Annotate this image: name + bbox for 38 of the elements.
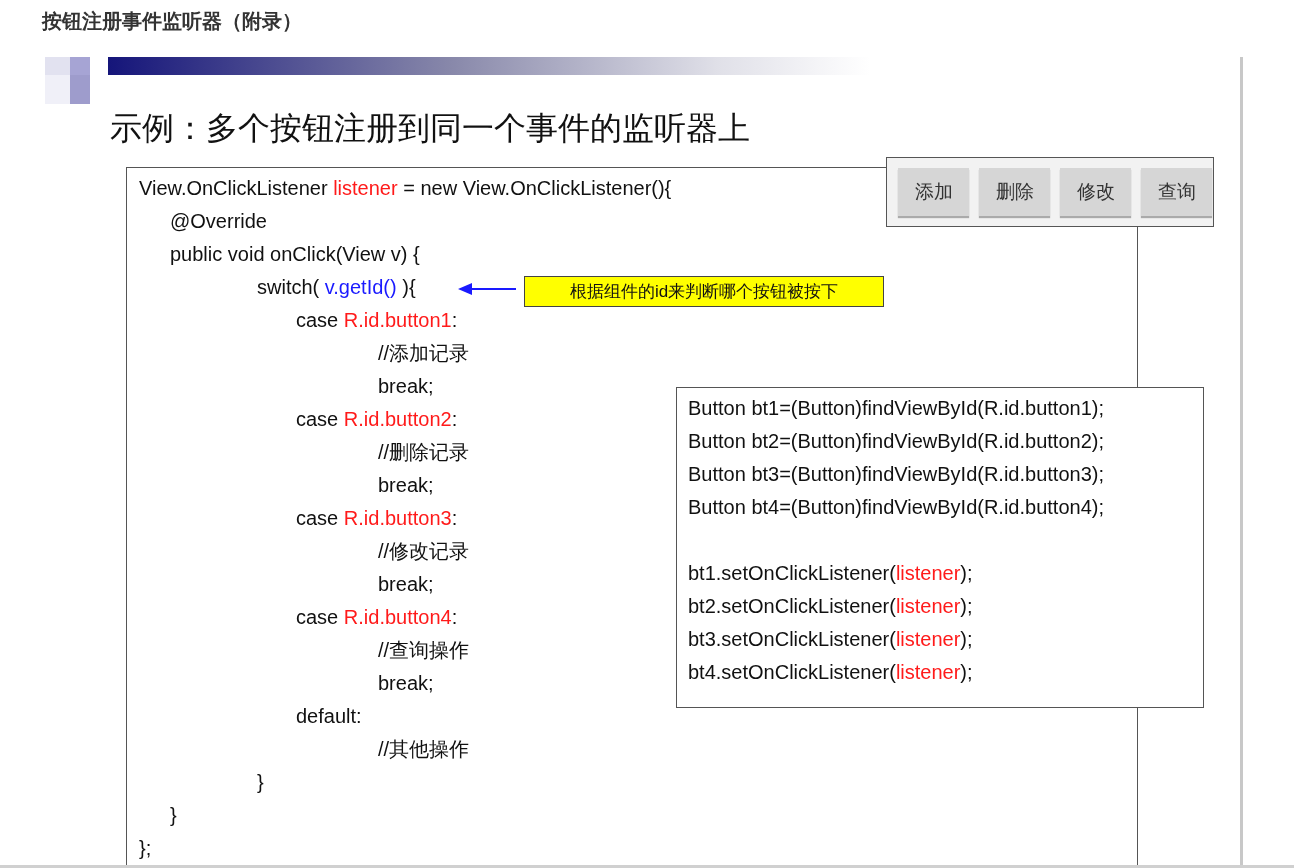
- code-line: //其他操作: [378, 737, 470, 762]
- code-line: default:: [296, 704, 362, 729]
- code-line: bt2.setOnClickListener(listener);: [688, 594, 973, 619]
- page-heading: 按钮注册事件监听器（附录）: [42, 9, 303, 34]
- callout-note: 根据组件的id来判断哪个按钮被按下: [524, 276, 884, 307]
- code-line: Button bt3=(Button)findViewById(R.id.button3);: [688, 462, 1104, 487]
- code-line: case R.id.button4:: [296, 605, 458, 630]
- code-line: @Override: [170, 209, 267, 234]
- app-button[interactable]: 删除: [979, 168, 1050, 216]
- code-line: //添加记录: [378, 341, 470, 366]
- code-line: //删除记录: [378, 440, 470, 465]
- code-line: bt3.setOnClickListener(listener);: [688, 627, 973, 652]
- code-line: bt4.setOnClickListener(listener);: [688, 660, 973, 685]
- code-line: break;: [378, 572, 434, 597]
- code-line: case R.id.button2:: [296, 407, 458, 432]
- code-line: };: [139, 836, 152, 861]
- code-line: View.OnClickListener listener = new View.OnClickListener(){: [139, 176, 672, 201]
- code-line: bt1.setOnClickListener(listener);: [688, 561, 973, 586]
- code-line: Button bt2=(Button)findViewById(R.id.button2);: [688, 429, 1104, 454]
- code-line: case R.id.button1:: [296, 308, 458, 333]
- code-line: public void onClick(View v) {: [170, 242, 420, 267]
- code-line: Button bt1=(Button)findViewById(R.id.button1);: [688, 396, 1104, 421]
- code-line: }: [257, 770, 264, 795]
- code-line: break;: [378, 671, 434, 696]
- code-line: //查询操作: [378, 638, 470, 663]
- arrow-icon: [458, 282, 516, 296]
- code-line: switch( v.getId() ){: [257, 275, 416, 300]
- code-line: }: [170, 803, 177, 828]
- app-button[interactable]: 添加: [898, 168, 969, 216]
- app-button[interactable]: 查询: [1141, 168, 1212, 216]
- code-line: Button bt4=(Button)findViewById(R.id.button4);: [688, 495, 1104, 520]
- slide-subtitle: 示例：多个按钮注册到同一个事件的监听器上: [110, 109, 751, 148]
- app-button[interactable]: 修改: [1060, 168, 1131, 216]
- code-line: break;: [378, 374, 434, 399]
- code-line: break;: [378, 473, 434, 498]
- squares-icon: [45, 57, 90, 104]
- code-line: //修改记录: [378, 539, 470, 564]
- code-line: case R.id.button3:: [296, 506, 458, 531]
